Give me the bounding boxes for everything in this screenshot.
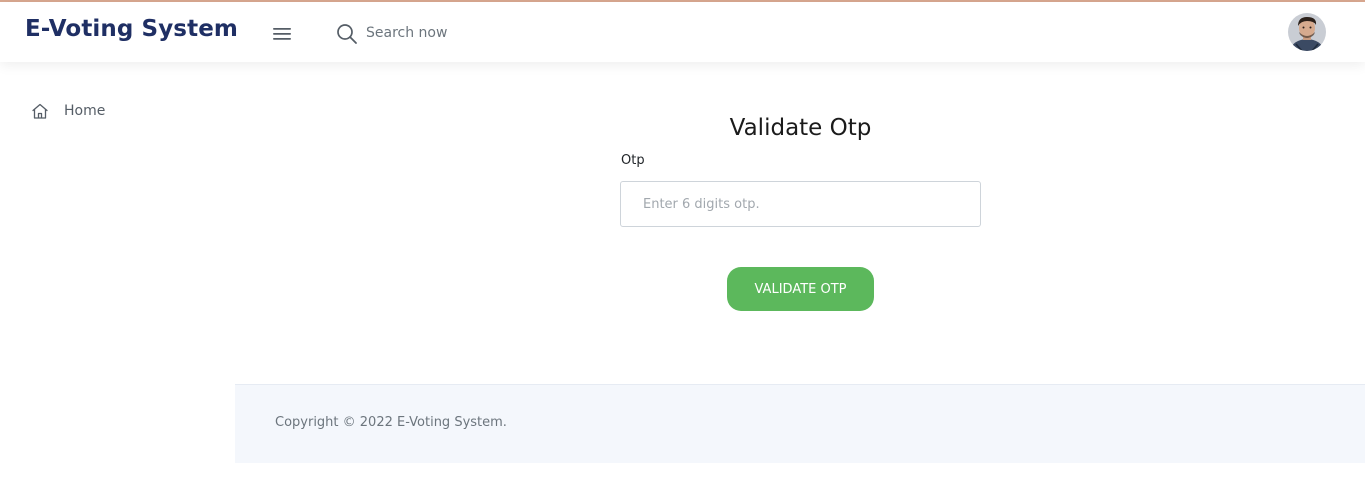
user-avatar[interactable] [1288, 13, 1326, 51]
brand-logo-text[interactable]: E-Voting System [25, 16, 238, 42]
home-icon [31, 102, 49, 120]
otp-input[interactable] [620, 181, 981, 227]
search-icon[interactable] [336, 23, 358, 45]
hamburger-menu-icon[interactable] [273, 26, 292, 42]
footer-copyright: Copyright © 2022 E-Voting System. [275, 415, 507, 430]
search-input[interactable] [366, 20, 566, 46]
sidebar-item-label: Home [64, 103, 106, 119]
otp-field-label: Otp [621, 153, 645, 168]
footer: Copyright © 2022 E-Voting System. [235, 384, 1365, 463]
page-title: Validate Otp [729, 115, 872, 141]
validate-otp-button[interactable]: VALIDATE OTP [727, 267, 874, 311]
sidebar-item-home[interactable]: Home [31, 100, 191, 122]
top-navbar: E-Voting System [0, 2, 1365, 62]
